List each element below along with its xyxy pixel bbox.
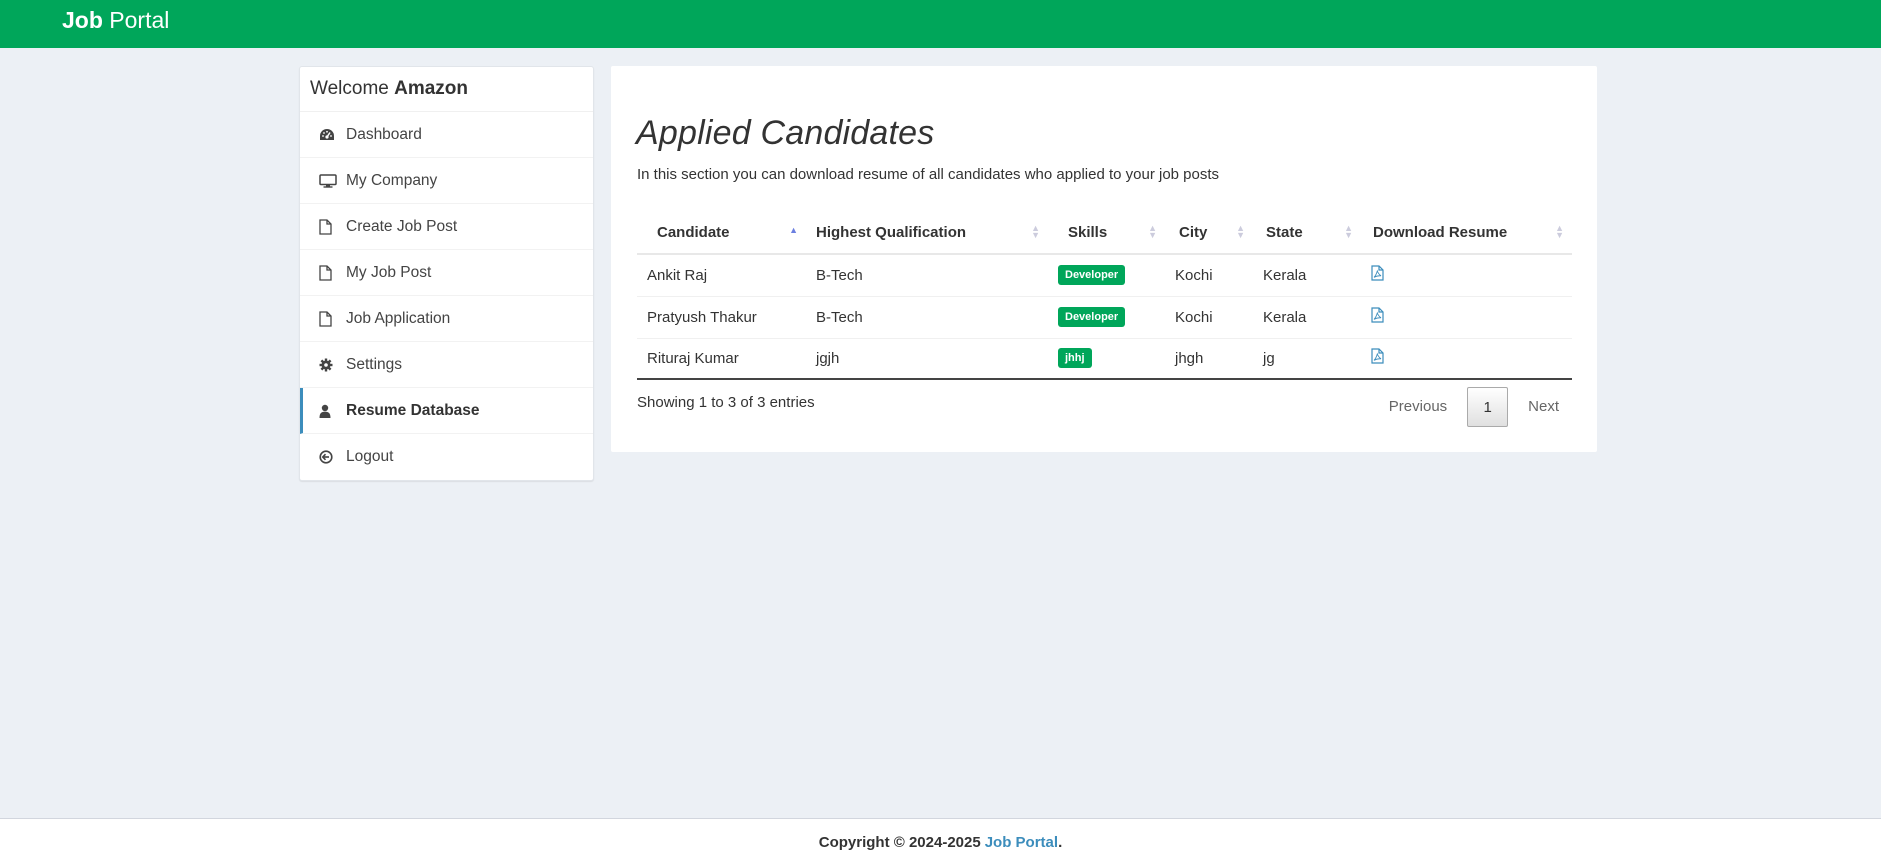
sidebar-item-label: My Company (346, 171, 438, 189)
sort-icon: ▲ ▼ (1236, 223, 1245, 240)
pdf-icon[interactable] (1371, 265, 1384, 281)
previous-page-button[interactable]: Previous (1375, 387, 1461, 427)
page-title: Applied Candidates (636, 114, 935, 152)
page-1-button[interactable]: 1 (1467, 387, 1509, 427)
sidebar-item-label: Job Application (346, 309, 451, 327)
pagination: Previous 1 Next (1375, 387, 1573, 427)
file-icon (319, 264, 341, 281)
arrow-circle-icon (319, 450, 341, 464)
skill-badge: Developer (1058, 307, 1126, 327)
sort-ascending-icon: ▲ (789, 225, 798, 235)
column-header-download-resume[interactable]: Download Resume ▲ ▼ (1361, 212, 1572, 255)
sidebar-item-create-job-post[interactable]: Create Job Post (300, 204, 593, 250)
page-subtitle: In this section you can download resume … (637, 166, 1220, 183)
gear-icon (319, 358, 341, 372)
cell-city: Kochi (1165, 296, 1253, 339)
cell-skills: Developer (1048, 254, 1165, 297)
pdf-icon[interactable] (1371, 307, 1384, 323)
footer: Copyright © 2024-2025 Job Portal . (0, 818, 1881, 865)
cell-state: Kerala (1253, 296, 1361, 339)
skill-badge: jhhj (1058, 348, 1092, 369)
footer-link[interactable]: Job Portal (985, 834, 1058, 851)
sidebar-item-label: Logout (346, 448, 394, 465)
sort-icon: ▲ ▼ (1555, 223, 1564, 240)
cell-skills: Developer (1048, 296, 1165, 339)
cell-download (1361, 254, 1572, 297)
column-header-city[interactable]: City ▲ ▼ (1165, 212, 1253, 255)
sidebar-item-label: Resume Database (346, 401, 480, 419)
welcome-prefix: Welcome (310, 78, 389, 99)
cell-qualification: B-Tech (806, 254, 1048, 297)
cell-qualification: jgjh (806, 338, 1048, 380)
brand-bold-text: Job (62, 7, 103, 33)
sidebar-item-label: My Job Post (346, 263, 432, 281)
column-header-candidate[interactable]: Candidate ▲ (637, 212, 806, 255)
copyright-text: Copyright © 2024-2025 (818, 833, 981, 851)
cell-qualification: B-Tech (806, 296, 1048, 339)
column-label: Candidate (657, 224, 730, 241)
sidebar-item-label: Settings (346, 355, 403, 373)
file-icon (319, 218, 341, 235)
candidates-table: Candidate ▲ Highest Qualification ▲ ▼ Ski… (637, 212, 1572, 380)
sort-icon: ▲ ▼ (1148, 223, 1157, 240)
cell-download (1361, 296, 1572, 339)
skill-badge: Developer (1058, 265, 1126, 286)
sidebar-item-resume-database[interactable]: Resume Database (300, 388, 593, 434)
desktop-icon (319, 173, 341, 188)
cell-candidate: Pratyush Thakur (637, 296, 806, 339)
cell-download (1361, 338, 1572, 380)
column-label: Skills (1068, 224, 1108, 241)
column-label: City (1179, 224, 1208, 241)
column-header-qualification[interactable]: Highest Qualification ▲ ▼ (806, 212, 1048, 255)
table-info: Showing 1 to 3 of 3 entries (637, 394, 815, 411)
sidebar-item-my-company[interactable]: My Company (300, 158, 593, 204)
sidebar-item-my-job-post[interactable]: My Job Post (300, 250, 593, 296)
column-label: Highest Qualification (816, 224, 967, 241)
welcome-header: Welcome Amazon (300, 67, 593, 112)
table-row: Rituraj Kumar jgjh jhhj jhgh jg (637, 338, 1572, 380)
cell-state: Kerala (1253, 254, 1361, 297)
cell-skills: jhhj (1048, 338, 1165, 380)
table-row: Pratyush Thakur B-Tech Developer Kochi K… (637, 296, 1572, 339)
column-header-skills[interactable]: Skills ▲ ▼ (1048, 212, 1165, 255)
footer-period: . (1058, 833, 1063, 851)
cell-city: jhgh (1165, 338, 1253, 380)
main-panel: Applied Candidates In this section you c… (611, 66, 1597, 452)
table-row: Ankit Raj B-Tech Developer Kochi Kerala (637, 254, 1572, 297)
column-label: State (1266, 224, 1303, 241)
cell-state: jg (1253, 338, 1361, 380)
cell-candidate: Rituraj Kumar (637, 338, 806, 380)
column-label: Download Resume (1373, 224, 1508, 241)
company-name: Amazon (394, 78, 469, 99)
next-page-button[interactable]: Next (1514, 387, 1573, 427)
cell-candidate: Ankit Raj (637, 254, 806, 297)
sidebar-item-settings[interactable]: Settings (300, 342, 593, 388)
brand-logo[interactable]: Job Portal (62, 7, 169, 33)
pdf-icon[interactable] (1371, 348, 1384, 364)
top-navbar: Job Portal (0, 0, 1881, 48)
dashboard-icon (319, 128, 341, 142)
brand-text: Portal (109, 7, 170, 33)
sidebar-item-label: Create Job Post (346, 217, 458, 235)
sidebar-item-logout[interactable]: Logout (300, 434, 593, 480)
sidebar-item-job-application[interactable]: Job Application (300, 296, 593, 342)
sort-icon: ▲ ▼ (1344, 223, 1353, 240)
column-header-state[interactable]: State ▲ ▼ (1253, 212, 1361, 255)
sidebar-item-label: Dashboard (346, 125, 422, 143)
file-icon (319, 310, 341, 327)
user-icon (319, 404, 341, 418)
sort-icon: ▲ ▼ (1031, 223, 1040, 240)
table-header-row: Candidate ▲ Highest Qualification ▲ ▼ Ski… (637, 212, 1572, 255)
sidebar-item-dashboard[interactable]: Dashboard (300, 112, 593, 158)
cell-city: Kochi (1165, 254, 1253, 297)
sidebar: Welcome Amazon Dashboard My Company Crea… (299, 66, 594, 481)
